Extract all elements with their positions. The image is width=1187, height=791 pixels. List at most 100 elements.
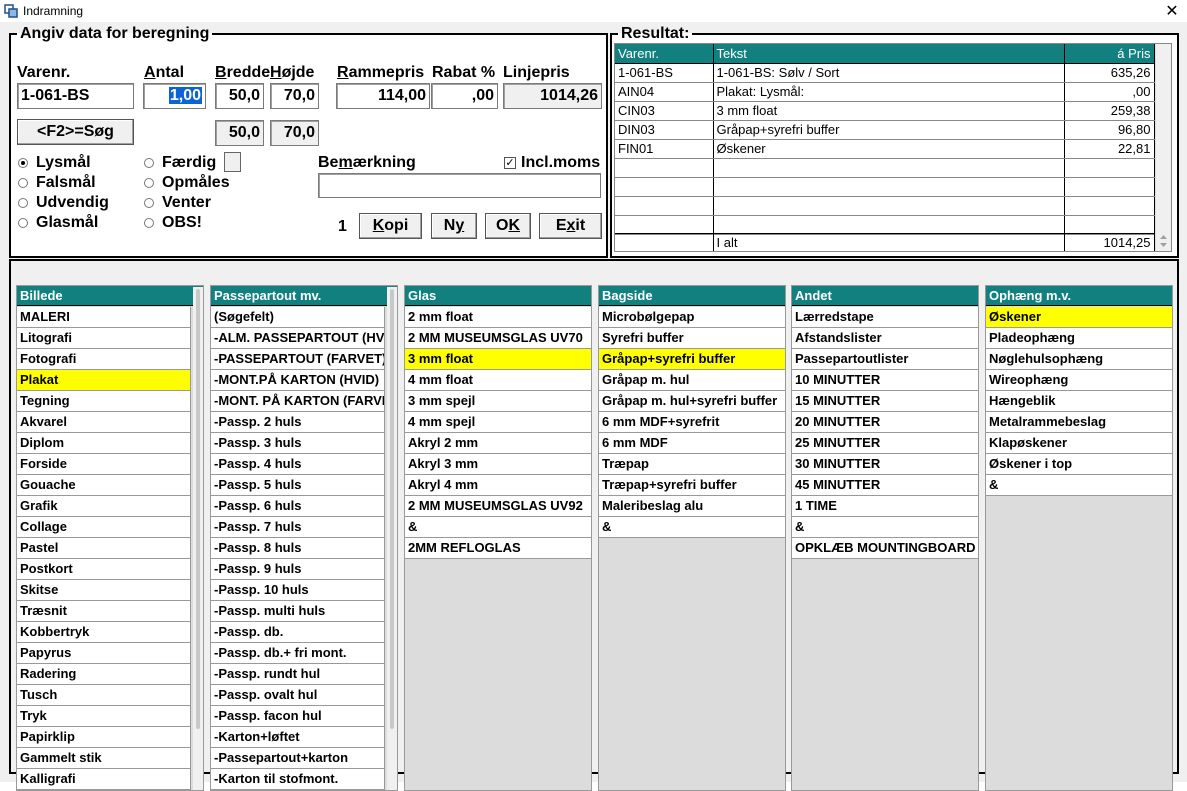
category-item[interactable]: Akvarel	[17, 412, 191, 433]
category-list-1[interactable]: Passepartout mv. (Søgefelt) -ALM. PASSEPAR…	[210, 285, 398, 791]
category-item[interactable]: 1 TIME	[792, 496, 978, 517]
category-scrollbar[interactable]	[193, 287, 203, 790]
category-item[interactable]: 20 MINUTTER	[792, 412, 978, 433]
category-item[interactable]: &	[405, 517, 591, 538]
category-item[interactable]: Wireophæng	[986, 370, 1172, 391]
category-item[interactable]: 2 MM MUSEUMSGLAS UV92	[405, 496, 591, 517]
category-item[interactable]: &	[792, 517, 978, 538]
category-item[interactable]: 4 mm float	[405, 370, 591, 391]
kopi-button[interactable]: Kopi	[359, 213, 422, 239]
antal-field[interactable]: 1,00	[143, 83, 206, 109]
category-item[interactable]: -Passp. ovalt hul	[211, 685, 385, 706]
category-item[interactable]: &	[986, 475, 1172, 496]
category-item[interactable]: Gouache	[17, 475, 191, 496]
scroll-thumb[interactable]	[196, 289, 200, 729]
category-item[interactable]: 30 MINUTTER	[792, 454, 978, 475]
category-item[interactable]: Klapøskener	[986, 433, 1172, 454]
col-tekst-header[interactable]: Tekst	[713, 44, 1065, 64]
category-item[interactable]: -Passp. multi huls	[211, 601, 385, 622]
close-button[interactable]: ✕	[1157, 0, 1187, 22]
category-item[interactable]: -ALM. PASSEPARTOUT (HVID)	[211, 328, 385, 349]
col-varenr-header[interactable]: Varenr.	[615, 44, 714, 64]
incl-moms-checkbox[interactable]: ✓	[504, 157, 516, 169]
category-item[interactable]: Maleribeslag alu	[599, 496, 785, 517]
result-row[interactable]: 1-061-BS 1-061-BS: Sølv / Sort 635,26	[615, 63, 1155, 83]
category-item[interactable]: 3 mm spejl	[405, 391, 591, 412]
category-item[interactable]: Diplom	[17, 433, 191, 454]
category-item[interactable]: Akryl 2 mm	[405, 433, 591, 454]
category-item[interactable]: Hængeblik	[986, 391, 1172, 412]
category-item[interactable]: Træpap	[599, 454, 785, 475]
category-item[interactable]: Nøglehulsophæng	[986, 349, 1172, 370]
rammepris-field[interactable]: 114,00	[336, 83, 430, 109]
category-item[interactable]: -Passp. 3 huls	[211, 433, 385, 454]
category-item[interactable]: OPKLÆB MOUNTINGBOARD	[792, 538, 978, 559]
result-row[interactable]: CIN03 3 mm float 259,38	[615, 101, 1155, 121]
category-item[interactable]: Gråpap m. hul+syrefri buffer	[599, 391, 785, 412]
category-item[interactable]: Tusch	[17, 685, 191, 706]
category-item[interactable]: Træsnit	[17, 601, 191, 622]
category-item[interactable]: -Passp. 6 huls	[211, 496, 385, 517]
category-item[interactable]: Kalligrafi	[17, 769, 191, 790]
category-item[interactable]: -PASSEPARTOUT (FARVET)	[211, 349, 385, 370]
category-item[interactable]: -Passp. 8 huls	[211, 538, 385, 559]
category-item[interactable]: Radering	[17, 664, 191, 685]
category-item[interactable]: Øskener i top	[986, 454, 1172, 475]
category-item[interactable]: Gråpap+syrefri buffer	[599, 349, 785, 370]
category-item[interactable]: -Passp. db.+ fri mont.	[211, 643, 385, 664]
category-item[interactable]: Papyrus	[17, 643, 191, 664]
category-item[interactable]: Microbølgepap	[599, 307, 785, 328]
category-item[interactable]: Akryl 3 mm	[405, 454, 591, 475]
category-item[interactable]: Kobbertryk	[17, 622, 191, 643]
category-item[interactable]: Afstandslister	[792, 328, 978, 349]
category-item[interactable]: 6 mm MDF+syrefrit	[599, 412, 785, 433]
category-item[interactable]: Skitse	[17, 580, 191, 601]
exit-button[interactable]: Exit	[539, 213, 602, 239]
category-item[interactable]: Tryk	[17, 706, 191, 727]
category-item[interactable]: -Passepartout+karton	[211, 748, 385, 769]
category-item[interactable]: 4 mm spejl	[405, 412, 591, 433]
category-list-4[interactable]: Andet Lærredstape Afstandslister Passeparto…	[791, 285, 979, 791]
result-row[interactable]: FIN01 Øskener 22,81	[615, 139, 1155, 159]
category-item[interactable]: -Passp. 10 huls	[211, 580, 385, 601]
category-item[interactable]: MALERI	[17, 307, 191, 328]
category-item[interactable]: -Passp. facon hul	[211, 706, 385, 727]
result-grid[interactable]: Varenr. Tekst á Pris 1-061-BS 1-061-BS: S…	[614, 43, 1172, 252]
category-item[interactable]: (Søgefelt)	[211, 307, 385, 328]
result-row[interactable]	[615, 215, 1155, 235]
hojde-field[interactable]: 70,0	[270, 83, 319, 109]
result-row[interactable]	[615, 177, 1155, 197]
category-item[interactable]: Pladeophæng	[986, 328, 1172, 349]
category-item[interactable]: &	[599, 517, 785, 538]
category-item[interactable]: -Passp. 9 huls	[211, 559, 385, 580]
category-item[interactable]: -MONT. PÅ KARTON (FARVET)	[211, 391, 385, 412]
category-scrollbar[interactable]	[387, 287, 397, 790]
category-item[interactable]: Postkort	[17, 559, 191, 580]
category-item[interactable]: Passepartoutlister	[792, 349, 978, 370]
scroll-thumb[interactable]	[390, 289, 394, 729]
category-item[interactable]: Plakat	[17, 370, 191, 391]
category-item[interactable]: -Passp. 2 huls	[211, 412, 385, 433]
category-item[interactable]: 6 mm MDF	[599, 433, 785, 454]
category-list-5[interactable]: Ophæng m.v. Øskener Pladeophæng Nøglehulsop…	[985, 285, 1173, 791]
category-item[interactable]: 2MM REFLOGLAS	[405, 538, 591, 559]
faerdig-date-button[interactable]	[224, 152, 241, 172]
category-item[interactable]: 15 MINUTTER	[792, 391, 978, 412]
category-item[interactable]: Tegning	[17, 391, 191, 412]
category-item[interactable]: -Passp. rundt hul	[211, 664, 385, 685]
ok-button[interactable]: OK	[485, 213, 531, 239]
category-item[interactable]: 3 mm float	[405, 349, 591, 370]
category-item[interactable]: Litografi	[17, 328, 191, 349]
result-row[interactable]: AIN04 Plakat: Lysmål: ,00	[615, 82, 1155, 102]
result-scrollbar[interactable]	[1155, 44, 1171, 251]
category-item[interactable]: Grafik	[17, 496, 191, 517]
category-item[interactable]: 2 mm float	[405, 307, 591, 328]
category-item[interactable]: 2 MM MUSEUMSGLAS UV70	[405, 328, 591, 349]
category-item[interactable]: -Karton til stofmont.	[211, 769, 385, 790]
result-row[interactable]: DIN03 Gråpap+syrefri buffer 96,80	[615, 120, 1155, 140]
ny-button[interactable]: Ny	[431, 213, 477, 239]
varenr-field[interactable]: 1-061-BS	[17, 83, 134, 109]
category-item[interactable]: Papirklip	[17, 727, 191, 748]
category-item[interactable]: Akryl 4 mm	[405, 475, 591, 496]
category-list-0[interactable]: Billede MALERI Litografi Fotografi Plakat Teg…	[16, 285, 204, 791]
